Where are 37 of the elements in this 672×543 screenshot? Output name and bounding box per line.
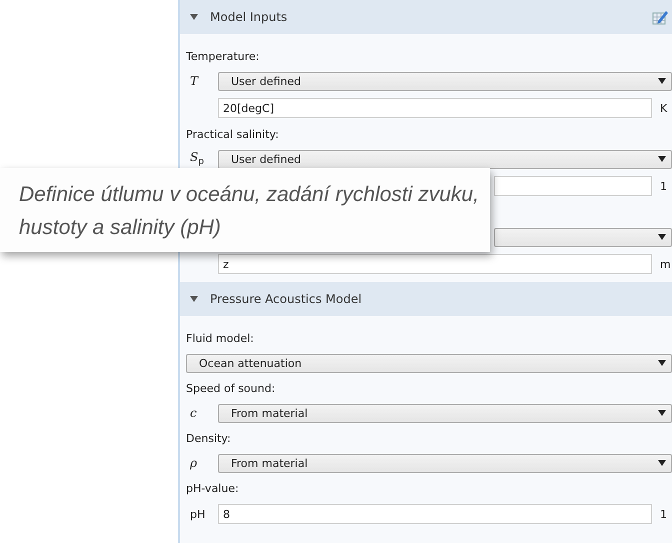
dropdown[interactable]: From material: [218, 454, 672, 472]
caret-icon: [658, 234, 666, 240]
unit-label: 1: [659, 180, 668, 192]
unit-label: 1: [659, 508, 668, 520]
collapse-icon[interactable]: [190, 296, 198, 302]
section-header[interactable]: Pressure Acoustics Model: [180, 282, 672, 316]
symbol-label: ρ: [189, 456, 198, 470]
edit-icon[interactable]: [652, 9, 668, 25]
field-label: Practical salinity:: [186, 126, 280, 142]
caret-icon: [658, 460, 666, 466]
callout-tooltip: Definice útlumu v oceánu, zadání rychlosti zvuku, hustoty a salinity (pH): [0, 168, 490, 252]
unit-label: K: [659, 102, 668, 114]
caret-icon: [658, 78, 666, 84]
input-field[interactable]: 8: [218, 504, 652, 524]
symbol-label: pH: [189, 508, 206, 520]
field-label: pH-value:: [186, 480, 240, 496]
symbol-label: S$_{p}$: [189, 150, 205, 168]
input-field[interactable]: [494, 176, 652, 196]
section-header[interactable]: Model Inputs: [180, 0, 672, 34]
collapse-icon[interactable]: [190, 14, 198, 20]
field-label: Density:: [186, 430, 232, 446]
caret-icon: [658, 410, 666, 416]
symbol-label: T: [189, 74, 200, 88]
field-label: Speed of sound:: [186, 380, 276, 396]
field-label: Temperature:: [186, 48, 260, 64]
dropdown[interactable]: User defined: [218, 150, 672, 168]
dropdown[interactable]: [494, 228, 672, 246]
input-field[interactable]: z: [218, 254, 652, 274]
input-field[interactable]: 20[degC]: [218, 98, 652, 118]
dropdown[interactable]: Ocean attenuation: [186, 354, 672, 372]
unit-label: m: [659, 258, 672, 270]
field-label: Fluid model:: [186, 330, 255, 346]
dropdown[interactable]: User defined: [218, 72, 672, 90]
caret-icon: [658, 156, 666, 162]
symbol-label: c: [189, 406, 198, 420]
dropdown[interactable]: From material: [218, 404, 672, 422]
caret-icon: [658, 360, 666, 366]
